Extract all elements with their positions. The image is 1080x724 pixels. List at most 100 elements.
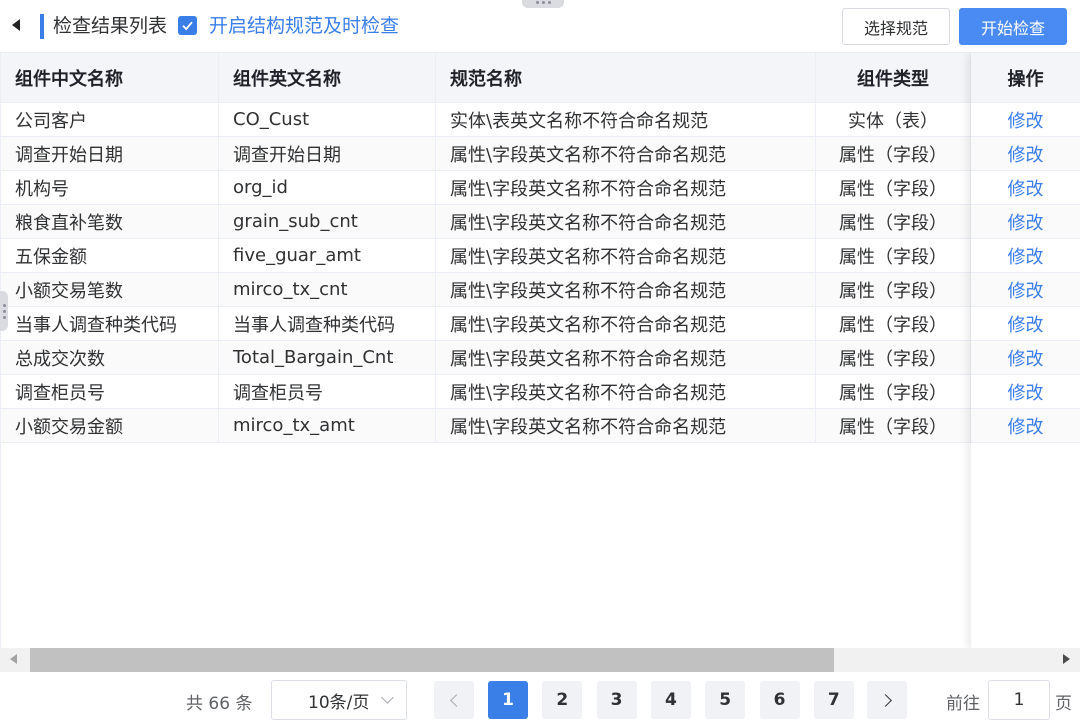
table-row[interactable]: 公司客户 CO_Cust 实体\表英文名称不符合命名规范 实体（表） 修改 — [1, 103, 1080, 137]
action-cell: 修改 — [971, 137, 1080, 170]
total-count: 共 66 条 — [186, 694, 253, 714]
en-name-cell: CO_Cust — [219, 103, 436, 136]
edit-link[interactable]: 修改 — [1008, 209, 1044, 235]
page-button-2[interactable]: 2 — [542, 681, 583, 719]
edit-link[interactable]: 修改 — [1008, 243, 1044, 269]
en-name-cell: 调查柜员号 — [219, 375, 436, 408]
column-header-cn-name[interactable]: 组件中文名称 — [1, 53, 219, 103]
edit-link[interactable]: 修改 — [1008, 413, 1044, 439]
cn-name-cell: 调查柜员号 — [1, 375, 219, 408]
type-cell: 属性（字段） — [816, 205, 971, 238]
edit-link[interactable]: 修改 — [1008, 141, 1044, 167]
scroll-left-icon[interactable] — [10, 654, 17, 664]
type-cell: 属性（字段） — [816, 341, 971, 374]
page-button-7[interactable]: 7 — [813, 681, 854, 719]
action-cell: 修改 — [971, 341, 1080, 374]
type-cell: 属性（字段） — [816, 273, 971, 306]
table-row[interactable]: 机构号 org_id 属性\字段英文名称不符合命名规范 属性（字段） 修改 — [1, 171, 1080, 205]
collapse-arrow-icon[interactable] — [12, 19, 20, 31]
en-name-cell: mirco_tx_amt — [219, 409, 436, 442]
page-size-select[interactable]: 10条/页 — [271, 680, 407, 720]
column-header-rule-name[interactable]: 规范名称 — [436, 53, 816, 103]
action-cell: 修改 — [971, 205, 1080, 238]
start-check-button[interactable]: 开始检查 — [959, 8, 1067, 45]
cn-name-cell: 小额交易笔数 — [1, 273, 219, 306]
goto-suffix: 页 — [1055, 694, 1072, 714]
type-cell: 属性（字段） — [816, 239, 971, 272]
column-header-en-name[interactable]: 组件英文名称 — [219, 53, 436, 103]
action-cell: 修改 — [971, 171, 1080, 204]
chevron-right-icon — [878, 693, 892, 707]
action-cell: 修改 — [971, 375, 1080, 408]
cn-name-cell: 机构号 — [1, 171, 219, 204]
page-button-1[interactable]: 1 — [488, 681, 528, 719]
page-title: 检查结果列表 — [53, 15, 168, 37]
rule-name-cell: 属性\字段英文名称不符合命名规范 — [436, 273, 816, 306]
rule-name-cell: 属性\字段英文名称不符合命名规范 — [436, 307, 816, 340]
type-cell: 属性（字段） — [816, 375, 971, 408]
en-name-cell: Total_Bargain_Cnt — [219, 341, 436, 374]
cn-name-cell: 粮食直补笔数 — [1, 205, 219, 238]
action-cell: 修改 — [971, 307, 1080, 340]
edit-link[interactable]: 修改 — [1008, 175, 1044, 201]
table-row[interactable]: 五保金额 five_guar_amt 属性\字段英文名称不符合命名规范 属性（字段） 修… — [1, 239, 1080, 273]
side-drag-handle[interactable] — [0, 291, 8, 331]
cn-name-cell: 小额交易金额 — [1, 409, 219, 442]
table-row[interactable]: 小额交易笔数 mirco_tx_cnt 属性\字段英文名称不符合命名规范 属性（字段）… — [1, 273, 1080, 307]
toolbar: 检查结果列表 开启结构规范及时检查 选择规范 开始检查 — [0, 0, 1080, 52]
rule-name-cell: 实体\表英文名称不符合命名规范 — [436, 103, 816, 136]
table-row[interactable]: 当事人调查种类代码 当事人调查种类代码 属性\字段英文名称不符合命名规范 属性（字段）… — [1, 307, 1080, 341]
en-name-cell: five_guar_amt — [219, 239, 436, 272]
rule-name-cell: 属性\字段英文名称不符合命名规范 — [436, 205, 816, 238]
select-rules-button[interactable]: 选择规范 — [842, 8, 950, 45]
en-name-cell: 当事人调查种类代码 — [219, 307, 436, 340]
edit-link[interactable]: 修改 — [1008, 379, 1044, 405]
scroll-right-icon[interactable] — [1063, 654, 1070, 664]
en-name-cell: org_id — [219, 171, 436, 204]
edit-link[interactable]: 修改 — [1008, 345, 1044, 371]
goto-page-input[interactable] — [988, 680, 1050, 720]
table-row[interactable]: 小额交易金额 mirco_tx_amt 属性\字段英文名称不符合命名规范 属性（字段）… — [1, 409, 1080, 443]
en-name-cell: grain_sub_cnt — [219, 205, 436, 238]
realtime-check-checkbox[interactable] — [178, 16, 197, 35]
page-button-3[interactable]: 3 — [596, 681, 637, 719]
column-header-action: 操作 — [971, 53, 1080, 103]
realtime-check-label[interactable]: 开启结构规范及时检查 — [209, 14, 399, 39]
goto-label: 前往 — [946, 694, 980, 714]
rule-name-cell: 属性\字段英文名称不符合命名规范 — [436, 239, 816, 272]
type-cell: 实体（表） — [816, 103, 971, 136]
results-table: 组件中文名称 组件英文名称 规范名称 组件类型 操作 公司客户 CO_Cust 实体… — [0, 52, 1080, 648]
type-cell: 属性（字段） — [816, 171, 971, 204]
next-page-button[interactable] — [867, 681, 907, 719]
action-cell: 修改 — [971, 409, 1080, 442]
column-header-type[interactable]: 组件类型 — [816, 53, 971, 103]
rule-name-cell: 属性\字段英文名称不符合命名规范 — [436, 171, 816, 204]
en-name-cell: 调查开始日期 — [219, 137, 436, 170]
cn-name-cell: 公司客户 — [1, 103, 219, 136]
edit-link[interactable]: 修改 — [1008, 311, 1044, 337]
table-row[interactable]: 调查开始日期 调查开始日期 属性\字段英文名称不符合命名规范 属性（字段） 修改 — [1, 137, 1080, 171]
table-row[interactable]: 总成交次数 Total_Bargain_Cnt 属性\字段英文名称不符合命名规范 属性… — [1, 341, 1080, 375]
action-cell: 修改 — [971, 103, 1080, 136]
table-row[interactable]: 粮食直补笔数 grain_sub_cnt 属性\字段英文名称不符合命名规范 属性（字段… — [1, 205, 1080, 239]
edit-link[interactable]: 修改 — [1008, 277, 1044, 303]
table-row[interactable]: 调查柜员号 调查柜员号 属性\字段英文名称不符合命名规范 属性（字段） 修改 — [1, 375, 1080, 409]
action-cell: 修改 — [971, 239, 1080, 272]
type-cell: 属性（字段） — [816, 307, 971, 340]
edit-link[interactable]: 修改 — [1008, 107, 1044, 133]
chevron-down-icon — [381, 691, 394, 704]
page-button-5[interactable]: 5 — [705, 681, 746, 719]
scrollbar-thumb[interactable] — [30, 648, 834, 672]
rule-name-cell: 属性\字段英文名称不符合命名规范 — [436, 375, 816, 408]
cn-name-cell: 当事人调查种类代码 — [1, 307, 219, 340]
en-name-cell: mirco_tx_cnt — [219, 273, 436, 306]
page-button-4[interactable]: 4 — [650, 681, 691, 719]
prev-page-button[interactable] — [434, 681, 474, 719]
horizontal-scrollbar[interactable] — [0, 648, 1080, 672]
pagination: 共 66 条 10条/页 1234567 前往 页 — [0, 672, 1080, 724]
cn-name-cell: 五保金额 — [1, 239, 219, 272]
page-button-6[interactable]: 6 — [759, 681, 800, 719]
type-cell: 属性（字段） — [816, 137, 971, 170]
action-cell: 修改 — [971, 273, 1080, 306]
page-size-value: 10条/页 — [308, 692, 370, 713]
